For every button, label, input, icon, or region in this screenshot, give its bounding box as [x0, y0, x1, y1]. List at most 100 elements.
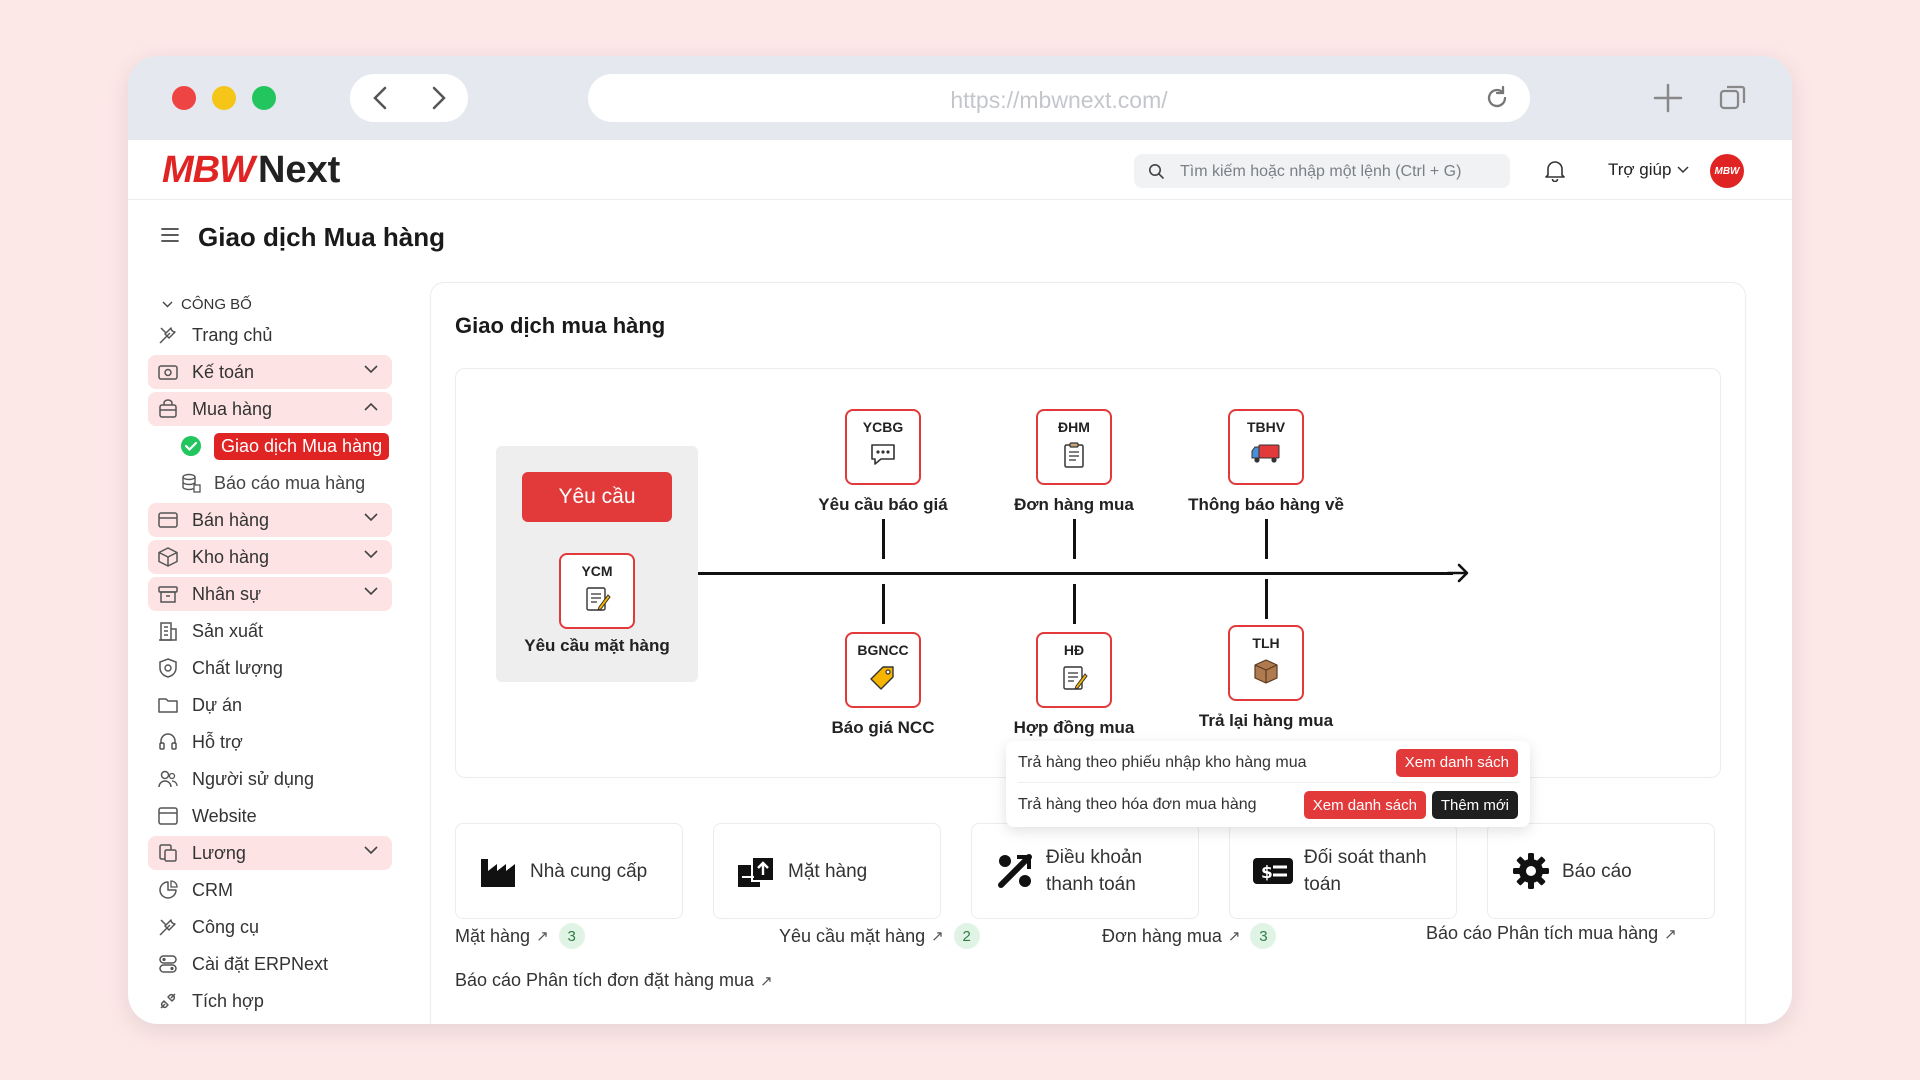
chat-icon — [869, 441, 897, 472]
node-label: Đơn hàng mua — [1014, 495, 1134, 514]
sidebar-item-integrations[interactable]: Tích hợp — [148, 984, 392, 1018]
return-options-popup: Trả hàng theo phiếu nhập kho hàng mua Xe… — [1006, 741, 1530, 827]
plus-icon[interactable] — [1650, 80, 1686, 121]
avatar[interactable]: MBW — [1710, 154, 1744, 188]
sidebar-item-hr[interactable]: Nhân sự — [148, 577, 392, 611]
link-material-requests[interactable]: Yêu cầu mặt hàng ↗ 2 — [779, 923, 980, 949]
sidebar-item-label: Trang chủ — [192, 324, 273, 345]
back-arrow-icon[interactable] — [350, 74, 409, 122]
link-items[interactable]: Mặt hàng ↗ 3 — [455, 923, 585, 949]
browser-window: https://mbwnext.com/ MBW Next Tìm kiếm h… — [128, 56, 1792, 1024]
node-label: Hợp đồng mua — [1013, 718, 1135, 737]
menu-icon[interactable] — [160, 226, 180, 249]
sidebar-item-support[interactable]: Hỗ trợ — [148, 725, 392, 759]
sidebar-subitem-purchase-transactions[interactable]: Giao dịch Mua hàng — [148, 429, 392, 463]
search-icon — [1148, 163, 1165, 185]
chevron-down-icon[interactable] — [364, 587, 378, 596]
search-input[interactable]: Tìm kiếm hoặc nhập một lệnh (Ctrl + G) — [1134, 154, 1510, 188]
popup-row-return-by-invoice: Trả hàng theo hóa đơn mua hàng Xem danh … — [1018, 785, 1518, 825]
logo[interactable]: MBW Next — [162, 148, 341, 191]
sales-icon — [156, 508, 180, 532]
sidebar-item-label: Sản xuất — [192, 620, 264, 641]
count-badge: 3 — [558, 923, 585, 949]
external-link-icon: ↗ — [1664, 925, 1677, 943]
card-payment-reconciliation[interactable]: $ Đối soát thanh toán — [1229, 823, 1457, 919]
add-new-button[interactable]: Thêm mới — [1431, 791, 1518, 819]
link-purchase-analytics[interactable]: Báo cáo Phân tích mua hàng ↗ — [1426, 923, 1677, 944]
link-purchase-order-analysis[interactable]: Báo cáo Phân tích đơn đặt hàng mua ↗ — [455, 970, 773, 991]
chevron-up-icon[interactable] — [364, 402, 378, 411]
sidebar-item-erpnext-settings[interactable]: Cài đặt ERPNext — [148, 947, 392, 981]
sidebar-item-accounting[interactable]: Kế toán — [148, 355, 392, 389]
check-circle-icon — [178, 433, 204, 459]
external-link-icon: ↗ — [1227, 928, 1241, 945]
sidebar-section-public[interactable]: CÔNG BỐ — [148, 290, 392, 318]
connector-line — [1073, 519, 1076, 559]
logo-text: Next — [257, 148, 341, 191]
settings-icon — [156, 952, 180, 976]
reload-icon[interactable] — [1484, 85, 1510, 116]
sidebar-item-label: Mua hàng — [192, 398, 273, 419]
sidebar-section-label: CÔNG BỐ — [181, 295, 252, 313]
sidebar-item-payroll[interactable]: Lương — [148, 836, 392, 870]
factory-icon — [478, 850, 520, 892]
tabs-icon[interactable] — [1718, 82, 1748, 117]
bell-icon[interactable] — [1544, 158, 1566, 187]
sidebar-item-crm[interactable]: CRM — [148, 873, 392, 907]
chevron-down-icon[interactable] — [364, 846, 378, 855]
hr-icon — [156, 582, 180, 606]
page-title: Giao dịch Mua hàng — [198, 222, 446, 252]
node-bgncc[interactable]: BGNCC — [845, 632, 921, 708]
node-hd[interactable]: HĐ — [1036, 632, 1112, 708]
chevron-down-icon[interactable] — [364, 513, 378, 522]
close-window-button[interactable] — [172, 86, 196, 110]
external-link-icon: ↗ — [760, 972, 773, 990]
maximize-window-button[interactable] — [252, 86, 276, 110]
node-code: TBHV — [1246, 419, 1286, 435]
sidebar-item-website[interactable]: Website — [148, 799, 392, 833]
node-ycbg[interactable]: YCBG — [845, 409, 921, 485]
sidebar-item-quality[interactable]: Chất lượng — [148, 651, 392, 685]
card-label: Điều khoản thanh toán — [1046, 847, 1143, 895]
view-list-button[interactable]: Xem danh sách — [1395, 748, 1518, 777]
sidebar-item-users[interactable]: Người sử dụng — [148, 762, 392, 796]
request-button[interactable]: Yêu cầu — [522, 472, 672, 522]
sidebar-item-manufacturing[interactable]: Sản xuất — [148, 614, 392, 648]
sidebar-item-home[interactable]: Trang chủ — [148, 318, 392, 352]
card-items[interactable]: Mặt hàng — [713, 823, 941, 919]
sidebar-item-label: Kho hàng — [192, 546, 270, 567]
users-icon — [156, 767, 180, 791]
node-tlh[interactable]: TLH — [1228, 625, 1304, 701]
minimize-window-button[interactable] — [212, 86, 236, 110]
popup-row-label: Trả hàng theo hóa đơn mua hàng — [1018, 796, 1257, 813]
building-icon — [156, 619, 180, 643]
card-reports[interactable]: Báo cáo — [1487, 823, 1715, 919]
view-list-button[interactable]: Xem danh sách — [1303, 791, 1426, 819]
help-menu[interactable]: Trợ giúp — [1608, 160, 1689, 180]
chevron-down-icon[interactable] — [364, 365, 378, 374]
sidebar-subitem-purchase-reports[interactable]: Báo cáo mua hàng — [148, 466, 392, 500]
truck-icon — [1250, 441, 1282, 470]
sidebar-item-tools[interactable]: Công cụ — [148, 910, 392, 944]
tag-icon — [869, 664, 897, 697]
forward-arrow-icon[interactable] — [409, 74, 468, 122]
external-link-icon: ↗ — [931, 928, 944, 945]
node-dhm[interactable]: ĐHM — [1036, 409, 1112, 485]
chevron-down-icon[interactable] — [364, 550, 378, 559]
url-bar[interactable]: https://mbwnext.com/ — [588, 74, 1530, 122]
link-purchase-orders[interactable]: Đơn hàng mua ↗ 3 — [1102, 923, 1277, 949]
chevron-down-icon — [162, 301, 173, 307]
sidebar-item-projects[interactable]: Dự án — [148, 688, 392, 722]
node-label: Yêu cầu báo giá — [818, 495, 948, 514]
card-payment-terms[interactable]: Điều khoản thanh toán — [971, 823, 1199, 919]
node-tbhv[interactable]: TBHV — [1228, 409, 1304, 485]
connector-line — [1073, 584, 1076, 624]
sidebar-item-sales[interactable]: Bán hàng — [148, 503, 392, 537]
card-suppliers[interactable]: Nhà cung cấp — [455, 823, 683, 919]
node-code: YCM — [581, 563, 613, 579]
sidebar-item-purchasing[interactable]: Mua hàng — [148, 392, 392, 426]
node-ycm[interactable]: YCM — [559, 553, 635, 629]
sidebar-item-warehouse[interactable]: Kho hàng — [148, 540, 392, 574]
sidebar-item-label: Website — [192, 805, 257, 826]
gear-icon — [1510, 850, 1552, 892]
